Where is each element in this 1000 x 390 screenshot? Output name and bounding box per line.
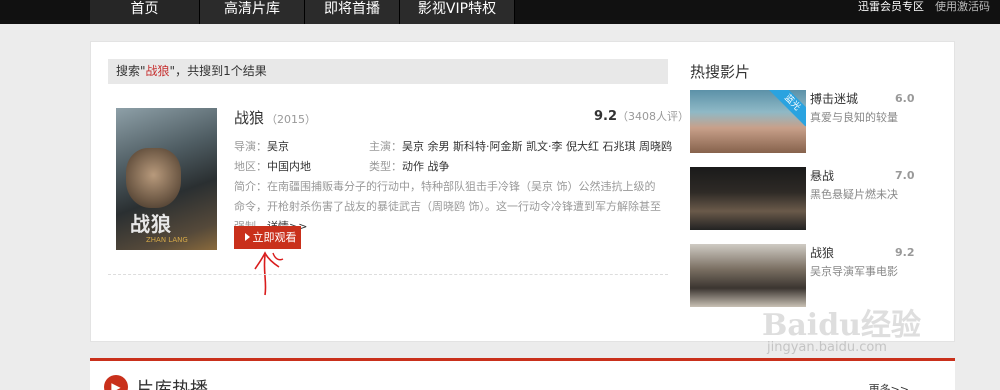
nav-upcoming[interactable]: 即将首播 <box>305 0 400 24</box>
hot-item-name[interactable]: 战狼 <box>810 244 834 261</box>
baidu-watermark-url: jingyan.baidu.com <box>767 340 887 355</box>
region-row: 地区：中国内地 <box>234 158 311 174</box>
hot-item[interactable]: 战狼 吴京导演军事电影 9.2 <box>690 244 915 307</box>
nav-home[interactable]: 首页 <box>90 0 200 24</box>
result-divider <box>108 274 668 275</box>
genre-value: 动作 战争 <box>402 160 450 173</box>
baidu-watermark: Baidu经验 <box>762 308 921 343</box>
poster-figure <box>126 148 181 208</box>
movie-title[interactable]: 战狼 （2015） <box>234 107 316 128</box>
cast-label: 主演： <box>369 140 402 153</box>
rating-score: 9.2 <box>593 109 617 124</box>
bluray-badge: 蓝光 <box>768 90 806 127</box>
genre-row: 类型：动作 战争 <box>369 158 450 174</box>
nav-hd-library[interactable]: 高清片库 <box>200 0 305 24</box>
movie-year: （2015） <box>266 113 317 126</box>
activate-code-link[interactable]: 使用激活码 <box>935 0 990 14</box>
cast-row: 主演：吴京 余男 斯科特·阿金斯 凯文·李 倪大红 石兆琪 周晓鸥 <box>369 138 672 154</box>
director-value[interactable]: 吴京 <box>267 140 289 153</box>
director-label: 导演： <box>234 140 267 153</box>
search-result-card: 搜索"战狼"，共搜到1个结果 战狼 ZHAN LANG 战狼 （2015） 9.2… <box>90 41 955 342</box>
poster-title: 战狼 <box>130 212 172 236</box>
nav-vip[interactable]: 影视VIP特权 <box>400 0 515 24</box>
library-more-link[interactable]: 更多>> <box>869 381 909 390</box>
hot-item-score: 7.0 <box>895 169 915 182</box>
movie-name[interactable]: 战狼 <box>234 109 264 127</box>
watch-now-button[interactable]: 立即观看 <box>234 226 301 249</box>
cast-value[interactable]: 吴京 余男 斯科特·阿金斯 凯文·李 倪大红 石兆琪 周晓鸥 <box>402 140 672 153</box>
member-zone-link[interactable]: 迅雷会员专区 <box>858 0 924 14</box>
region-value: 中国内地 <box>267 160 311 173</box>
hot-item-name[interactable]: 悬战 <box>810 167 834 184</box>
library-hot-section: ▶ 片库热播 更多>> <box>90 358 955 390</box>
movie-rating: 9.2（3408人评） <box>594 108 689 124</box>
region-label: 地区： <box>234 160 267 173</box>
hot-item-desc: 吴京导演军事电影 <box>810 265 898 278</box>
search-suffix: "，共搜到1个结果 <box>169 64 267 78</box>
hot-thumbnail[interactable]: 蓝光 <box>690 90 806 153</box>
hot-item-name[interactable]: 搏击迷城 <box>810 90 858 107</box>
search-summary: 搜索"战狼"，共搜到1个结果 <box>108 59 668 84</box>
hot-movies-title: 热搜影片 <box>690 63 751 81</box>
annotation-arrow <box>254 251 284 296</box>
genre-label: 类型： <box>369 160 402 173</box>
hot-item[interactable]: 悬战 黑色悬疑片燃未决 7.0 <box>690 167 915 230</box>
hot-thumbnail[interactable] <box>690 167 806 230</box>
hot-item-desc: 真爱与良知的较量 <box>810 111 898 124</box>
search-keyword: 战狼 <box>145 64 170 78</box>
search-prefix: 搜索" <box>116 64 146 78</box>
hot-item-score: 6.0 <box>895 92 915 105</box>
library-icon: ▶ <box>104 375 128 390</box>
watch-now-label: 立即观看 <box>252 231 297 244</box>
synopsis-label: 简介： <box>234 180 267 193</box>
rating-votes: （3408人评） <box>617 110 689 123</box>
poster-subtitle: ZHAN LANG <box>146 236 188 244</box>
movie-poster[interactable]: 战狼 ZHAN LANG <box>116 108 217 250</box>
hot-thumbnail[interactable] <box>690 244 806 307</box>
director-row: 导演：吴京 <box>234 138 289 154</box>
main-nav: 首页 高清片库 即将首播 影视VIP特权 <box>90 0 515 24</box>
play-icon <box>244 233 250 241</box>
hot-item-desc: 黑色悬疑片燃未决 <box>810 188 898 201</box>
hot-item-score: 9.2 <box>895 246 915 259</box>
library-hot-title: 片库热播 <box>136 379 208 390</box>
top-navbar: 首页 高清片库 即将首播 影视VIP特权 迅雷会员专区 使用激活码 <box>0 0 1000 24</box>
hot-item[interactable]: 蓝光 搏击迷城 真爱与良知的较量 6.0 <box>690 90 915 153</box>
